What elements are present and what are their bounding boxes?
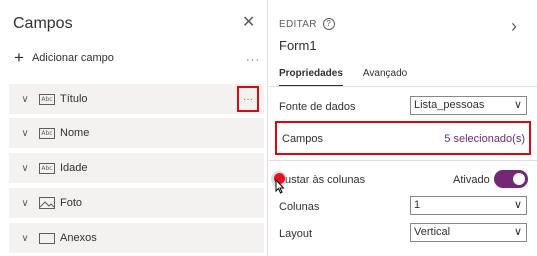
field-item-nome[interactable]: ∨ Abc Nome bbox=[9, 118, 264, 148]
chevron-down-icon[interactable]: ∨ bbox=[14, 94, 36, 105]
chevron-down-icon: ∨ bbox=[513, 226, 522, 238]
close-icon[interactable]: ✕ bbox=[242, 14, 255, 32]
fields-panel: Campos ✕ + Adicionar campo ··· ∨ Abc Tít… bbox=[0, 0, 268, 256]
rectangle-icon bbox=[39, 232, 55, 244]
data-source-dropdown[interactable]: Lista_pessoas ∨ bbox=[410, 96, 527, 115]
toggle-knob bbox=[513, 173, 525, 185]
help-icon[interactable]: ? bbox=[322, 18, 335, 30]
fields-property-row[interactable]: Campos 5 selecionado(s) bbox=[275, 121, 531, 155]
field-item-titulo[interactable]: ∨ Abc Título ··· bbox=[9, 84, 264, 114]
abc-text-icon: Abc bbox=[39, 162, 55, 174]
image-icon bbox=[39, 197, 55, 209]
snap-state-label: Ativado bbox=[453, 174, 490, 186]
columns-label: Colunas bbox=[279, 201, 320, 213]
columns-dropdown[interactable]: 1 ∨ bbox=[410, 196, 527, 215]
fields-label: Campos bbox=[282, 133, 323, 145]
edit-header: EDITAR ? bbox=[279, 18, 335, 30]
chevron-down-icon[interactable]: ∨ bbox=[14, 233, 36, 244]
abc-text-icon: Abc bbox=[39, 93, 55, 105]
field-more-button[interactable]: ··· bbox=[237, 86, 259, 112]
snap-to-columns-toggle[interactable] bbox=[494, 170, 528, 188]
add-field-more-button[interactable]: ··· bbox=[246, 54, 260, 66]
columns-value: 1 bbox=[414, 199, 421, 211]
field-item-foto[interactable]: ∨ Foto bbox=[9, 188, 264, 218]
field-label: Foto bbox=[60, 197, 83, 209]
divider bbox=[269, 160, 537, 161]
chevron-down-icon: ∨ bbox=[513, 99, 522, 111]
chevron-down-icon: ∨ bbox=[513, 199, 522, 211]
layout-dropdown[interactable]: Vertical ∨ bbox=[410, 223, 527, 242]
abc-text-icon: Abc bbox=[39, 127, 55, 139]
fields-panel-title: Campos bbox=[13, 15, 73, 32]
plus-icon: + bbox=[14, 48, 24, 67]
field-label: Anexos bbox=[60, 232, 97, 244]
layout-value: Vertical bbox=[414, 226, 451, 238]
chevron-down-icon[interactable]: ∨ bbox=[14, 163, 36, 174]
snap-to-columns-label: ustar às colunas bbox=[285, 174, 366, 186]
data-source-value: Lista_pessoas bbox=[414, 99, 485, 111]
field-label: Idade bbox=[60, 162, 88, 174]
add-field-label: Adicionar campo bbox=[31, 52, 114, 64]
tabs: Propriedades Avançado bbox=[279, 68, 407, 87]
field-label: Nome bbox=[60, 127, 90, 139]
fields-edit-link[interactable]: 5 selecionado(s) bbox=[444, 133, 525, 145]
tab-divider bbox=[269, 86, 537, 87]
tab-properties[interactable]: Propriedades bbox=[279, 68, 343, 87]
chevron-right-icon[interactable]: › bbox=[511, 16, 517, 37]
field-item-anexos[interactable]: ∨ Anexos bbox=[9, 223, 264, 253]
more-icon: ··· bbox=[243, 93, 253, 105]
field-item-idade[interactable]: ∨ Abc Idade bbox=[9, 153, 264, 183]
form-name: Form1 bbox=[279, 38, 317, 53]
layout-label: Layout bbox=[279, 228, 313, 240]
mouse-cursor-icon bbox=[275, 179, 285, 194]
tab-advanced[interactable]: Avançado bbox=[363, 68, 407, 87]
data-source-label: Fonte de dados bbox=[279, 101, 356, 113]
chevron-down-icon[interactable]: ∨ bbox=[14, 128, 36, 139]
properties-panel: EDITAR ? › Form1 Propriedades Avançado F… bbox=[269, 0, 537, 256]
edit-label: EDITAR bbox=[279, 18, 317, 30]
chevron-down-icon[interactable]: ∨ bbox=[14, 198, 36, 209]
add-field-button[interactable]: + Adicionar campo bbox=[14, 48, 114, 67]
field-label: Título bbox=[60, 93, 88, 105]
